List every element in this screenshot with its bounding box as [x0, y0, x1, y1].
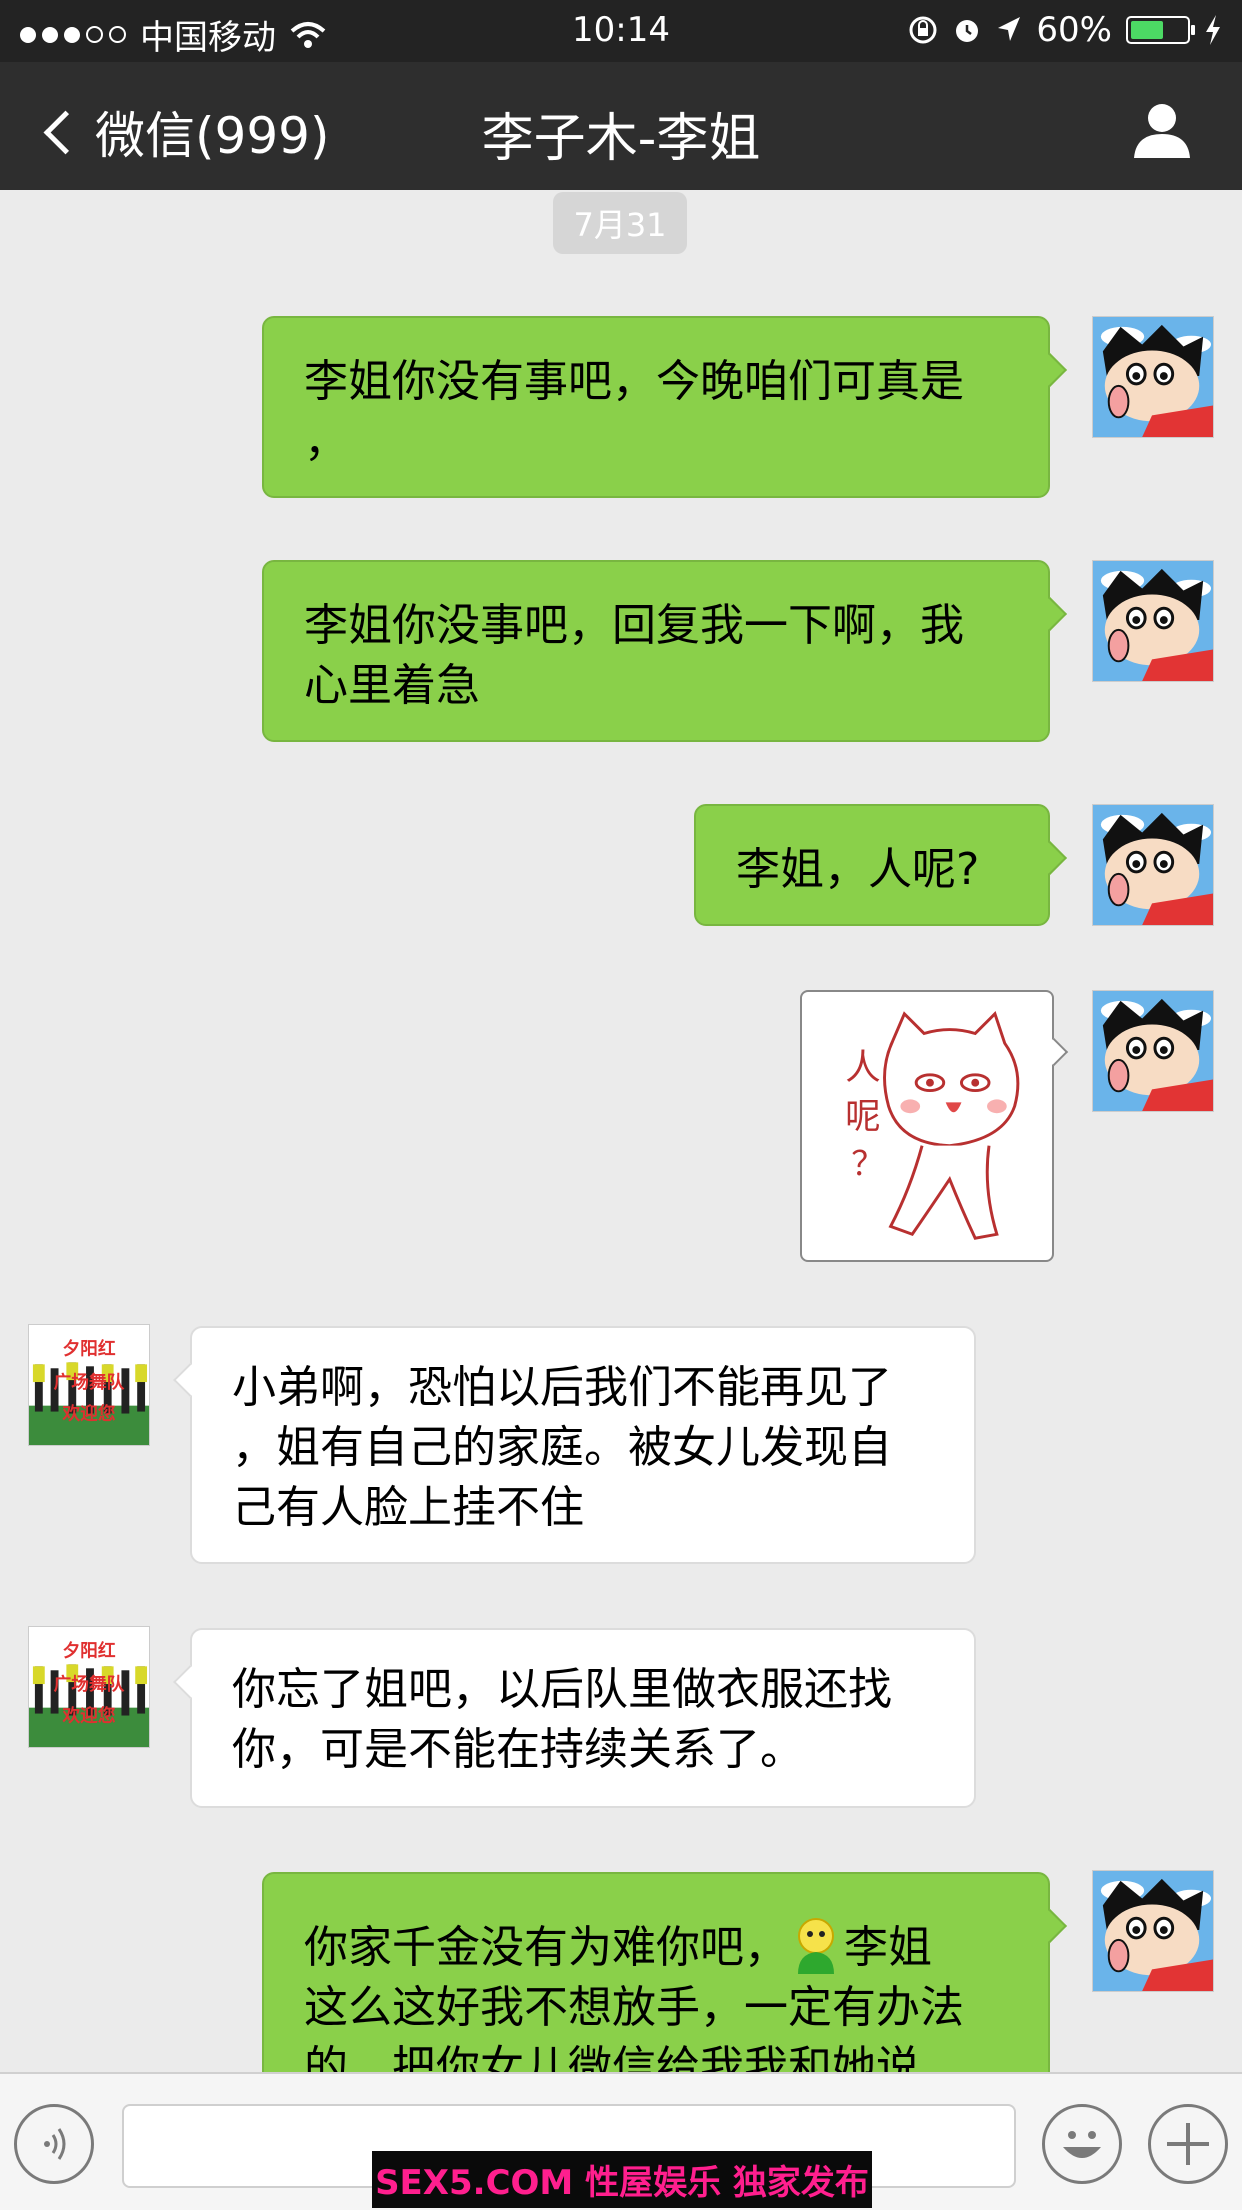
sticker-message[interactable]: 人 呢 ？: [800, 990, 1054, 1262]
svg-text:夕阳红: 夕阳红: [62, 1640, 115, 1662]
location-icon: [998, 17, 1021, 41]
message-text: 小弟啊，恐怕以后我们不能再见了: [232, 1362, 892, 1413]
message-bubble-outgoing[interactable]: 李姐，人呢?: [694, 804, 1050, 926]
sticker-text: 人: [845, 1047, 880, 1088]
watermark-banner: SEX5.COM 性屋娱乐 独家发布: [372, 2151, 872, 2208]
alarm-icon: [956, 20, 979, 42]
sticker-text: 呢: [845, 1096, 880, 1137]
message-text: ，: [304, 416, 348, 467]
navigation-bar: 微信(999) 李子木-李姐: [0, 62, 1242, 190]
lock-rotation-icon: [909, 16, 937, 44]
emoji-icon: [1063, 2131, 1101, 2158]
sticker-text: ？: [851, 1144, 884, 1183]
battery-icon: [1126, 16, 1195, 44]
svg-text:广场舞队: 广场舞队: [54, 1673, 125, 1695]
message-bubble-incoming[interactable]: 你忘了姐吧，以后队里做衣服还找 你，可是不能在持续关系了。: [190, 1628, 976, 1808]
message-text: 李姐你没有事吧，今晚咱们可真是: [304, 356, 964, 407]
voice-icon: [44, 2128, 66, 2160]
message-text: 你家千金没有为难你吧， 李姐: [304, 1916, 1008, 1978]
cat-sticker-image: 人 呢 ？: [845, 1011, 1020, 1240]
message-text: ，姐有自己的家庭。被女儿发现自: [232, 1422, 892, 1473]
more-button[interactable]: [1148, 2104, 1228, 2184]
my-avatar[interactable]: [1092, 1870, 1214, 1992]
message-text: 心里着急: [304, 660, 480, 711]
chat-title: 李子木-李姐: [481, 109, 761, 169]
message-text: 李姐，人呢?: [736, 844, 980, 895]
svg-text:欢迎您: 欢迎您: [61, 1704, 115, 1726]
battery-percent: 60%: [1036, 10, 1112, 50]
message-bubble-outgoing[interactable]: 李姐你没有事吧，今晚咱们可真是 ，: [262, 316, 1050, 498]
profile-icon[interactable]: [1132, 100, 1192, 160]
my-avatar[interactable]: [1092, 560, 1214, 682]
my-avatar[interactable]: [1092, 990, 1214, 1112]
emoji-button[interactable]: [1042, 2104, 1122, 2184]
charging-icon: [1206, 15, 1220, 45]
svg-text:广场舞队: 广场舞队: [54, 1371, 125, 1393]
svg-text:欢迎您: 欢迎您: [61, 1402, 115, 1424]
smiley-emoji-icon: [798, 1918, 834, 1974]
message-text: 李姐你没事吧，回复我一下啊，我: [304, 600, 964, 651]
message-text: 你忘了姐吧，以后队里做衣服还找: [232, 1664, 892, 1715]
date-separator: 7月31: [553, 192, 687, 254]
message-bubble-incoming[interactable]: 小弟啊，恐怕以后我们不能再见了 ，姐有自己的家庭。被女儿发现自 己有人脸上挂不住: [190, 1326, 976, 1564]
voice-button[interactable]: [14, 2104, 94, 2184]
contact-avatar[interactable]: 夕阳红 广场舞队 欢迎您: [28, 1626, 150, 1748]
svg-text:夕阳红: 夕阳红: [62, 1338, 115, 1360]
message-bubble-outgoing[interactable]: 李姐你没事吧，回复我一下啊，我 心里着急: [262, 560, 1050, 742]
message-text: 你，可是不能在持续关系了。: [232, 1724, 804, 1775]
plus-icon: [1167, 2123, 1209, 2165]
contact-avatar[interactable]: 夕阳红 广场舞队 欢迎您: [28, 1324, 150, 1446]
message-text: 这么这好我不想放手，一定有办法: [304, 1982, 964, 2033]
my-avatar[interactable]: [1092, 804, 1214, 926]
message-text: 己有人脸上挂不住: [232, 1482, 584, 1533]
status-bar: 中国移动 10:14 60%: [0, 0, 1242, 62]
my-avatar[interactable]: [1092, 316, 1214, 438]
